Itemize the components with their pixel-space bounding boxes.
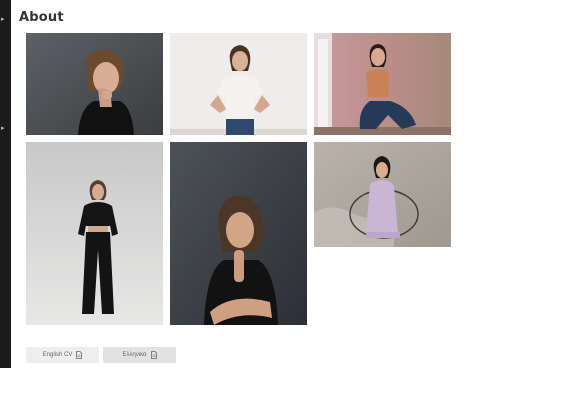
- sidebar-icon[interactable]: ▸: [1, 16, 5, 23]
- photo-white-wall-standing[interactable]: [170, 33, 307, 135]
- photo-portrait-dark-background[interactable]: [170, 142, 307, 325]
- sidebar-icon[interactable]: ▸: [1, 125, 5, 132]
- sidebar: ▸ ▸: [0, 0, 11, 368]
- english-cv-label: English CV: [42, 352, 73, 358]
- document-icon: [76, 351, 83, 359]
- photo-wire-chair-seated[interactable]: [314, 142, 451, 247]
- document-icon: [150, 351, 157, 359]
- greek-cv-label: Ελληνικα: [122, 352, 147, 358]
- photo-portrait-hand-on-chin[interactable]: [26, 33, 163, 135]
- photo-full-length-black-outfit[interactable]: [26, 142, 163, 325]
- photo-seated-pink-wall[interactable]: [314, 33, 451, 135]
- english-cv-button[interactable]: English CV: [26, 347, 99, 363]
- greek-cv-button[interactable]: Ελληνικα: [103, 347, 176, 363]
- page-title: About: [19, 10, 64, 25]
